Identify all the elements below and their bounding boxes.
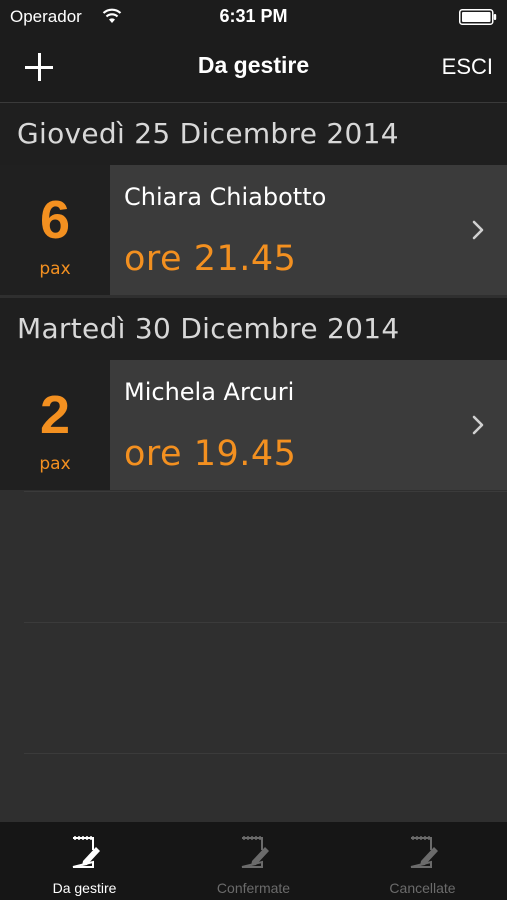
tab-label: Confermate bbox=[216, 880, 291, 896]
booking-time: ore 19.45 bbox=[124, 434, 297, 474]
pax-label: pax bbox=[39, 454, 71, 474]
clock: 6:31 PM bbox=[219, 6, 288, 26]
tab-confermate[interactable]: Confermate bbox=[169, 822, 338, 900]
section-header-date: Giovedì 25 Dicembre 2014 bbox=[0, 103, 507, 165]
pax-box: 2 pax bbox=[0, 360, 110, 490]
pax-label: pax bbox=[39, 259, 71, 279]
tab-label: Cancellate bbox=[389, 880, 456, 896]
row-separator bbox=[24, 622, 507, 623]
tab-da-gestire[interactable]: Da gestire bbox=[0, 822, 169, 900]
status-bar: Operador 6:31 PM bbox=[0, 0, 507, 34]
tab-cancellate[interactable]: Cancellate bbox=[338, 822, 507, 900]
guest-name: Chiara Chiabotto bbox=[124, 183, 327, 211]
booking-row[interactable]: 2 pax Michela Arcuri ore 19.45 bbox=[0, 360, 507, 490]
add-button[interactable] bbox=[20, 48, 60, 88]
app-screen: Operador 6:31 PM Da gestire ESCI Giovedì… bbox=[0, 0, 507, 900]
pax-count: 2 bbox=[39, 385, 71, 445]
row-separator bbox=[24, 491, 507, 492]
booking-row[interactable]: 6 pax Chiara Chiabotto ore 21.45 bbox=[0, 165, 507, 295]
page-title: Da gestire bbox=[197, 52, 310, 78]
logout-button[interactable]: ESCI bbox=[442, 54, 493, 80]
tab-label: Da gestire bbox=[52, 880, 117, 896]
tab-bar: Da gestire Confermate Cancellate bbox=[0, 822, 507, 900]
pax-box: 6 pax bbox=[0, 165, 110, 295]
booking-time: ore 21.45 bbox=[124, 239, 297, 279]
row-separator bbox=[24, 753, 507, 754]
chevron-right-icon bbox=[472, 415, 484, 435]
chevron-right-icon bbox=[472, 220, 484, 240]
section-header-date: Martedì 30 Dicembre 2014 bbox=[0, 298, 507, 360]
battery-icon bbox=[459, 9, 497, 25]
edit-note-icon bbox=[410, 836, 438, 868]
edit-note-icon bbox=[72, 836, 100, 868]
guest-name: Michela Arcuri bbox=[124, 378, 295, 406]
navigation-bar: Da gestire ESCI bbox=[0, 34, 507, 103]
pax-count: 6 bbox=[39, 190, 71, 250]
edit-note-icon bbox=[241, 836, 269, 868]
